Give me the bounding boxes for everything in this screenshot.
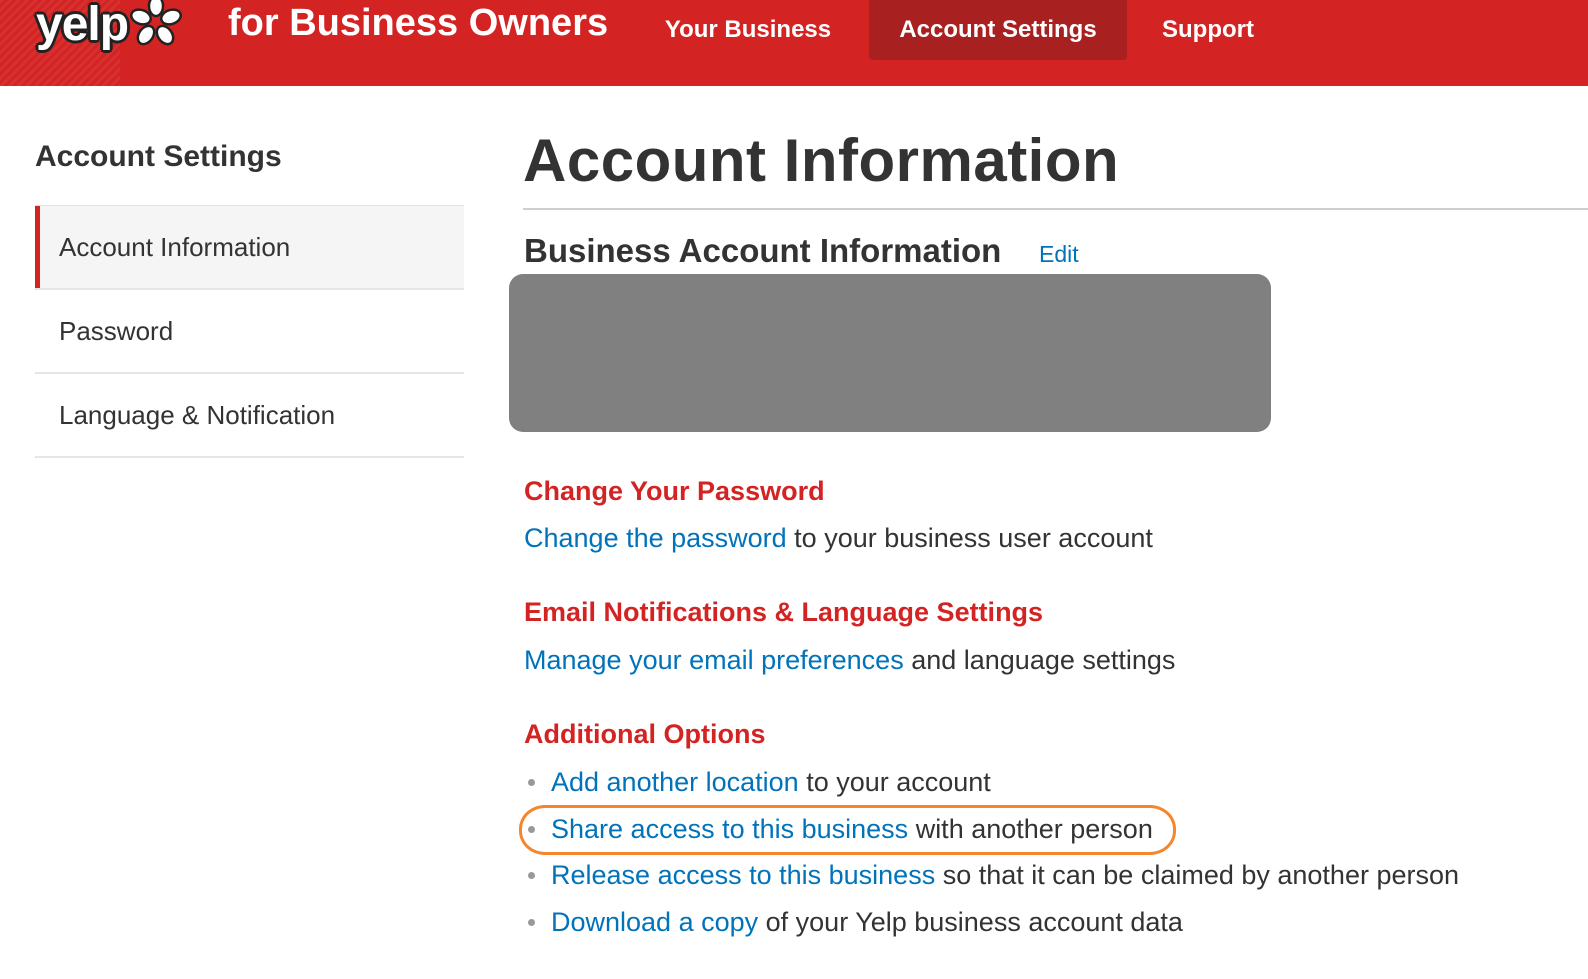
email-preferences-line: Manage your email preferences and langua… [524, 645, 1175, 676]
list-item: Release access to this business so that … [524, 858, 1459, 905]
share-access-link[interactable]: Share access to this business [551, 814, 908, 844]
additional-options-heading: Additional Options [524, 719, 766, 749]
title-divider [523, 208, 1588, 210]
sidebar-item-language-notification[interactable]: Language & Notification [35, 374, 464, 458]
yelp-logo-text: yelp [36, 0, 129, 51]
page-title: Account Information [523, 127, 1120, 194]
nav-account-settings[interactable]: Account Settings [869, 0, 1127, 60]
manage-email-preferences-link[interactable]: Manage your email preferences [524, 645, 904, 675]
sidebar-item-password[interactable]: Password [35, 290, 464, 374]
change-password-text: to your business user account [786, 523, 1153, 553]
bullet-icon [528, 779, 535, 786]
release-access-text: so that it can be claimed by another per… [935, 860, 1460, 890]
sidebar-menu: Account Information Password Language & … [35, 205, 464, 458]
release-access-link[interactable]: Release access to this business [551, 860, 935, 890]
sidebar-item-account-information[interactable]: Account Information [35, 206, 464, 290]
nav-support[interactable]: Support [1140, 0, 1276, 60]
email-preferences-text: and language settings [903, 645, 1176, 675]
list-item: Share access to this business with anoth… [524, 812, 1459, 859]
bullet-icon [528, 872, 535, 879]
download-copy-text: of your Yelp business account data [758, 906, 1183, 937]
edit-link[interactable]: Edit [1039, 241, 1079, 268]
email-settings-heading: Email Notifications & Language Settings [524, 597, 1044, 627]
change-password-heading: Change Your Password [524, 476, 825, 506]
additional-options-list: Add another location to your account Sha… [524, 765, 1459, 951]
redacted-account-details [509, 274, 1271, 432]
bullet-icon [528, 825, 535, 833]
list-item: Add another location to your account [524, 765, 1459, 812]
brand-tagline: for Business Owners [228, 2, 609, 44]
download-copy-link[interactable]: Download a copy [551, 907, 758, 937]
top-navigation-bar: yelp for Business Owners Your Business A… [0, 0, 1588, 86]
add-location-text: to your account [798, 767, 991, 797]
yelp-logo[interactable]: yelp [36, 0, 196, 62]
nav-your-business[interactable]: Your Business [648, 0, 848, 60]
share-access-text: with another person [908, 813, 1153, 844]
yelp-burst-icon [130, 0, 183, 46]
bullet-icon [528, 918, 535, 926]
add-location-link[interactable]: Add another location [551, 767, 799, 797]
list-item: Download a copy of your Yelp business ac… [524, 905, 1459, 952]
sidebar-title: Account Settings [35, 140, 282, 173]
business-account-title: Business Account Information [524, 232, 1002, 269]
change-password-line: Change the password to your business use… [524, 523, 1153, 554]
change-password-link[interactable]: Change the password [524, 523, 787, 553]
